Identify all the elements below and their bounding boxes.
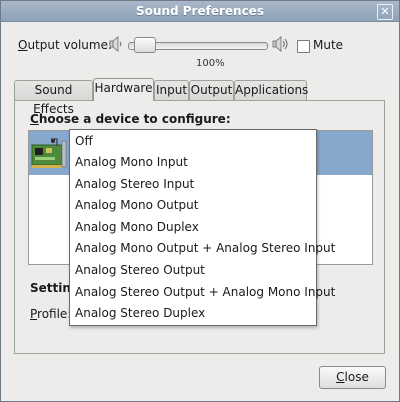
window-close-icon[interactable]: ✕ [377,4,393,20]
profile-label: Profile: [30,307,72,321]
output-volume-label: Output volume: [18,38,113,52]
tab-hardware[interactable]: Hardware [93,78,154,101]
tab-output[interactable]: Output [189,80,234,100]
tab-input[interactable]: Input [154,80,189,100]
speaker-low-icon [109,36,122,52]
close-button[interactable]: Close [319,366,386,389]
profile-option-mono-output-stereo-input[interactable]: Analog Mono Output + Analog Stereo Input [75,237,335,259]
sound-card-icon [31,138,67,168]
mute-checkbox[interactable] [297,40,310,53]
profile-option-stereo-output-mono-input[interactable]: Analog Stereo Output + Analog Mono Input [75,281,335,303]
profile-option-analog-mono-output[interactable]: Analog Mono Output [75,194,198,216]
tab-applications[interactable]: Applications [234,80,308,100]
speaker-high-icon [272,36,288,52]
choose-device-label: Choose a device to configure: [30,112,231,126]
profile-dropdown-menu: Off Analog Mono Input Analog Stereo Inpu… [69,129,335,326]
volume-percent: 100% [196,58,225,69]
profile-option-analog-stereo-input[interactable]: Analog Stereo Input [75,173,194,195]
volume-slider-handle[interactable] [134,37,156,53]
window-title: Sound Preferences [136,4,264,18]
profile-option-analog-mono-input[interactable]: Analog Mono Input [75,151,188,173]
profile-option-off[interactable]: Off [75,130,93,152]
profile-option-analog-stereo-duplex[interactable]: Analog Stereo Duplex [75,302,205,324]
profile-option-analog-stereo-output[interactable]: Analog Stereo Output [75,259,205,281]
tab-sound-effects[interactable]: Sound Effects [14,80,93,116]
title-bar[interactable]: Sound Preferences ✕ [1,1,399,22]
profile-option-analog-mono-duplex[interactable]: Analog Mono Duplex [75,216,199,238]
mute-label[interactable]: Mute [313,38,343,52]
